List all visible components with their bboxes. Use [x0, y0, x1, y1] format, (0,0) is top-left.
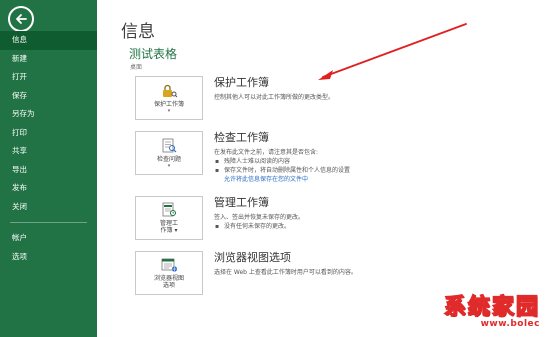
info-pane: 信息 测试表格 桌面 保护工作簿 ▾ 保护工作簿 控制其他人可以对此工作簿所做的…	[97, 0, 550, 337]
chevron-down-icon: ▾	[167, 162, 171, 169]
nav-item-save[interactable]: 保存	[0, 87, 97, 106]
chevron-down-icon: ▾	[167, 107, 171, 114]
browser-view-icon	[161, 258, 178, 272]
arrow-left-icon	[16, 14, 27, 24]
manage-workbook-icon	[162, 202, 176, 217]
manage-workbook-button[interactable]: 管理工 作簿 ▾	[135, 196, 203, 240]
watermark: 系统家园 www.bolec	[443, 289, 540, 329]
lock-key-icon	[163, 84, 178, 97]
inspect-document-icon	[162, 138, 177, 152]
section-body: 浏览器视图选项 选择在 Web 上查看此工作簿时用户可以看到的内容。	[214, 251, 550, 277]
list-item: 残障人士难以阅读的内容	[214, 157, 550, 166]
workbook-name: 测试表格	[129, 47, 178, 61]
section-title: 检查工作簿	[214, 131, 269, 144]
nav-item-export[interactable]: 导出	[0, 161, 97, 180]
list-item: 保存文件时，将自动删除属性和个人信息的设置	[214, 166, 550, 175]
nav-item-close[interactable]: 关闭	[0, 198, 97, 217]
list-item: 没有任何未保存的更改。	[214, 222, 550, 231]
chevron-down-icon: ▾	[174, 227, 178, 234]
nav-divider	[10, 222, 87, 223]
section-body: 检查工作簿 在发布此文件之前，请注意其是否包含: 残障人士难以阅读的内容 保存文…	[214, 131, 550, 184]
backstage-nav: 信息 新建 打开 保存 另存为 打印 共享 导出 发布 关闭 帐户 选项	[0, 31, 97, 266]
section-description: 选择在 Web 上查看此工作簿时用户可以看到的内容。	[214, 269, 357, 276]
section-body: 保护工作簿 控制其他人可以对此工作簿所做的更改类型。	[214, 76, 550, 102]
workbook-path: 桌面	[130, 64, 143, 71]
section-title: 保护工作簿	[214, 76, 269, 89]
allow-save-info-link[interactable]: 允许将此信息保存在您的文件中	[214, 175, 550, 184]
section-description: 在发布此文件之前，请注意其是否包含:	[214, 149, 319, 156]
nav-item-open[interactable]: 打开	[0, 68, 97, 87]
tile-label: 选项	[162, 282, 175, 289]
page-title: 信息	[121, 22, 155, 42]
protect-workbook-button[interactable]: 保护工作簿 ▾	[135, 76, 203, 120]
section-description: 签入、签出并恢复未保存的更改。	[214, 214, 305, 221]
tile-label: 管理工	[159, 220, 178, 227]
section-title: 管理工作簿	[214, 196, 269, 209]
tile-label: 保护工作簿	[153, 100, 184, 108]
section-description: 控制其他人可以对此工作簿所做的更改类型。	[214, 94, 335, 101]
backstage-sidebar: 信息 新建 打开 保存 另存为 打印 共享 导出 发布 关闭 帐户 选项	[0, 0, 97, 337]
nav-item-info[interactable]: 信息	[0, 31, 97, 50]
browser-view-options-button[interactable]: 浏览器视图 选项	[135, 251, 203, 295]
nav-item-print[interactable]: 打印	[0, 124, 97, 143]
watermark-title: 系统家园	[443, 294, 540, 321]
nav-item-account[interactable]: 帐户	[0, 229, 97, 248]
back-button[interactable]	[8, 6, 34, 32]
tile-label: 检查问题	[156, 155, 181, 163]
section-body: 管理工作簿 签入、签出并恢复未保存的更改。 没有任何未保存的更改。	[214, 196, 550, 231]
tile-label: 作簿 ▾	[161, 227, 178, 234]
tile-label: 浏览器视图	[153, 275, 184, 282]
nav-item-publish[interactable]: 发布	[0, 179, 97, 198]
nav-item-new[interactable]: 新建	[0, 50, 97, 69]
nav-item-share[interactable]: 共享	[0, 142, 97, 161]
check-issues-button[interactable]: 检查问题 ▾	[135, 131, 203, 175]
nav-item-options[interactable]: 选项	[0, 248, 97, 267]
section-title: 浏览器视图选项	[214, 251, 291, 264]
nav-item-save-as[interactable]: 另存为	[0, 105, 97, 124]
tile-label-line-2: 作簿	[160, 227, 173, 234]
